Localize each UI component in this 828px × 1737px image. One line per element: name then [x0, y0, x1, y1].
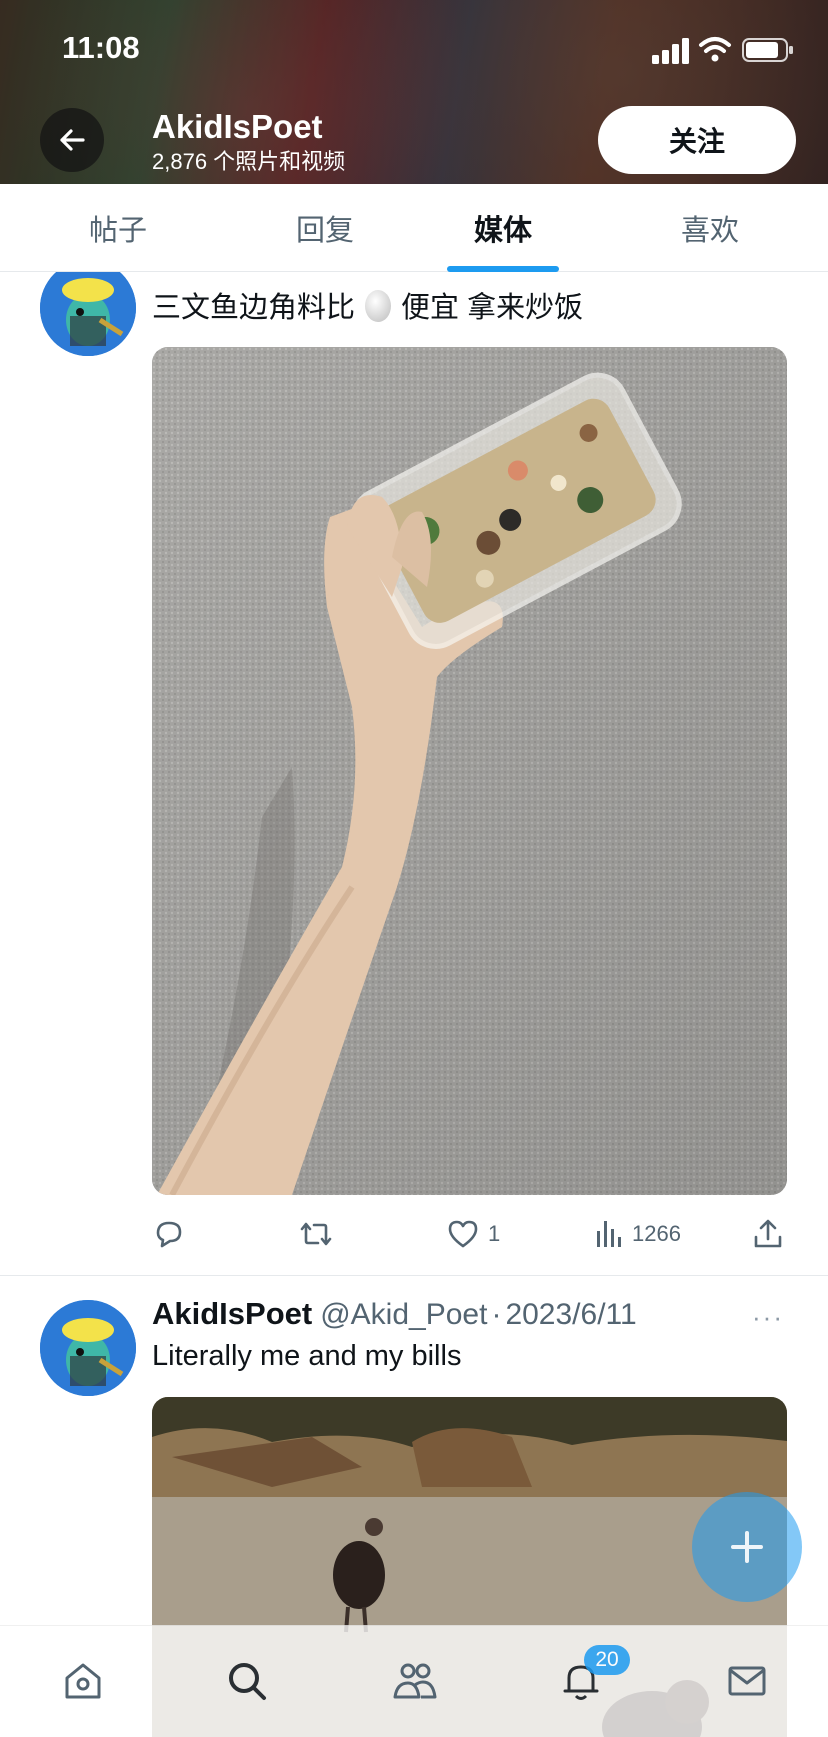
post-header: AkidIsPoet @Akid_Poet · 2023/6/11	[152, 1296, 637, 1332]
avatar-image	[40, 272, 136, 356]
follow-button[interactable]: 关注	[598, 106, 796, 174]
status-time: 11:08	[62, 30, 140, 65]
post-date[interactable]: 2023/6/11	[505, 1298, 636, 1332]
battery-icon	[742, 38, 793, 62]
profile-name: AkidIsPoet	[152, 108, 323, 145]
repost-button[interactable]	[298, 1212, 334, 1256]
media-count: 2,876 个照片和视频	[152, 149, 346, 174]
wifi-icon	[699, 37, 731, 62]
post-author-name[interactable]: AkidIsPoet	[152, 1296, 312, 1332]
nav-messages[interactable]	[722, 1656, 772, 1706]
views-button[interactable]: 1266	[594, 1212, 681, 1256]
egg-icon	[365, 290, 392, 322]
nav-home[interactable]	[58, 1656, 108, 1706]
messages-icon	[728, 1666, 766, 1696]
heart-icon	[448, 1220, 478, 1248]
avatar-image	[40, 1300, 136, 1396]
post-divider	[0, 1275, 828, 1276]
bottom-navigation	[0, 1625, 828, 1737]
more-options-icon[interactable]: ···	[752, 1302, 784, 1333]
repost-icon	[300, 1222, 332, 1246]
arrow-left-icon	[60, 129, 85, 151]
tab-replies[interactable]: 回复	[236, 184, 414, 271]
search-icon	[229, 1663, 266, 1700]
like-count: 1	[488, 1221, 501, 1246]
communities-icon	[393, 1663, 437, 1699]
like-button[interactable]: 1	[446, 1212, 500, 1256]
status-bar: 11:08	[0, 0, 828, 100]
notification-badge: 20	[584, 1645, 630, 1675]
profile-tabs: 帖子 回复 媒体 喜欢	[0, 184, 828, 272]
avatar[interactable]	[40, 272, 136, 356]
post-author-handle[interactable]: @Akid_Poet	[320, 1298, 487, 1332]
post-text-part: 便宜 拿来炒饭	[401, 292, 584, 324]
photo-arm-holding-rice	[152, 347, 787, 1195]
reply-icon	[156, 1221, 182, 1248]
post-text-part: 三文鱼边角料比	[152, 292, 356, 324]
post-text: 三文鱼边角料比 便宜 拿来炒饭	[152, 284, 583, 326]
plus-icon	[731, 1531, 763, 1563]
tab-posts[interactable]: 帖子	[0, 184, 236, 271]
signal-icon	[652, 38, 689, 64]
home-icon	[65, 1663, 101, 1699]
reply-button[interactable]	[152, 1212, 186, 1256]
post-text: Literally me and my bills	[152, 1340, 462, 1372]
share-button[interactable]	[752, 1212, 784, 1256]
view-count: 1266	[632, 1221, 681, 1246]
tab-media[interactable]: 媒体	[414, 184, 592, 271]
views-icon	[597, 1221, 621, 1247]
nav-communities[interactable]	[390, 1656, 440, 1706]
nav-search[interactable]	[222, 1656, 272, 1706]
post-photo[interactable]	[152, 347, 787, 1195]
compose-button[interactable]	[692, 1492, 802, 1602]
back-button[interactable]	[40, 108, 104, 172]
avatar[interactable]	[40, 1300, 136, 1396]
tab-likes[interactable]: 喜欢	[592, 184, 828, 271]
post-date-separator: ·	[491, 1298, 502, 1331]
post-actions: 1 1266	[0, 1212, 828, 1256]
share-icon	[754, 1219, 782, 1248]
